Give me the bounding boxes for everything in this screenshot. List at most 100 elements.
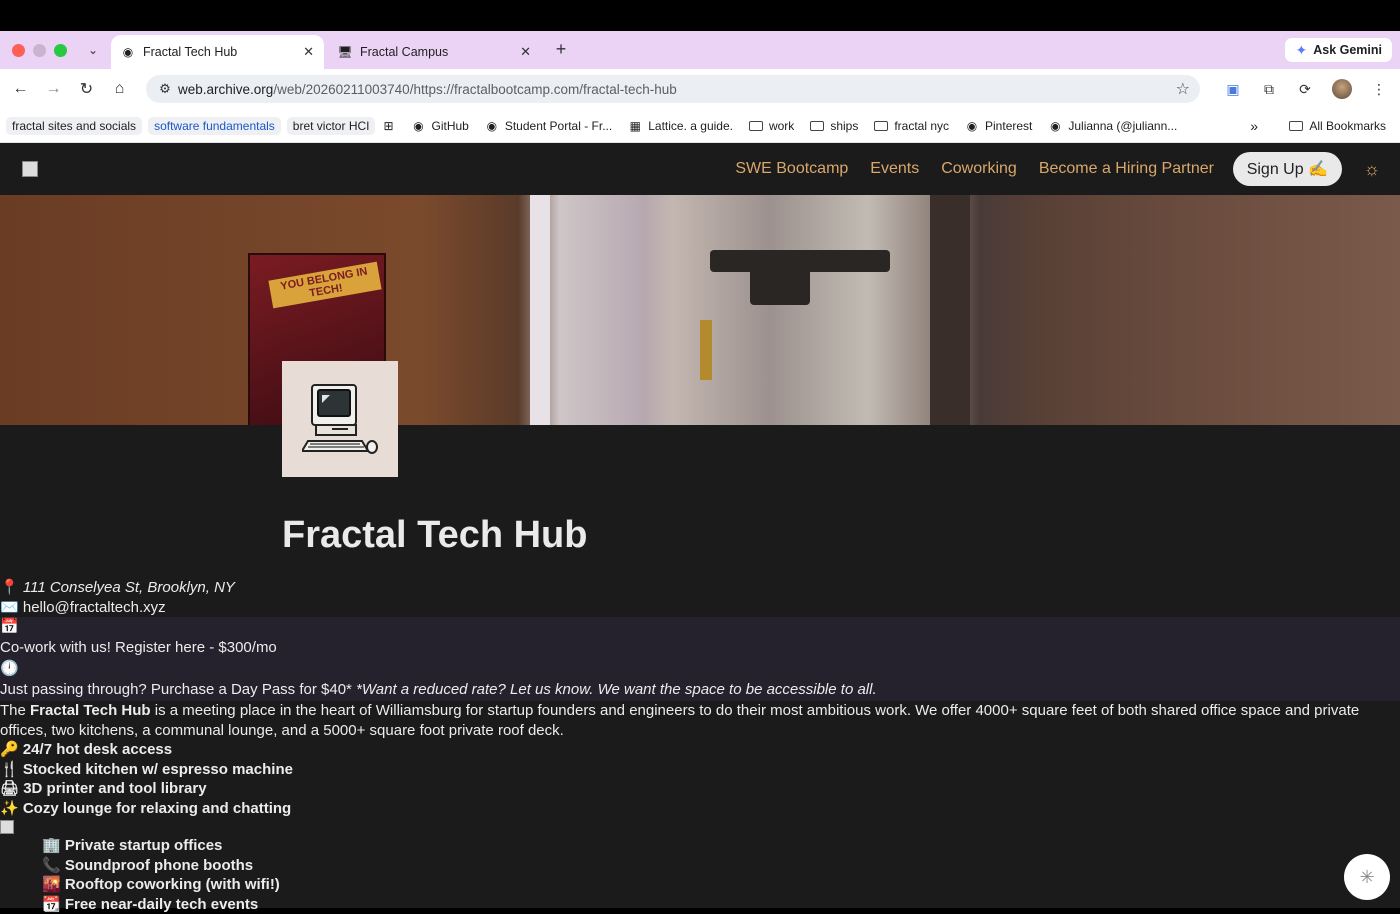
nav-coworking[interactable]: Coworking [941,160,1017,178]
feature-list: 🔑 24/7 hot desk access 🍴 Stocked kitchen… [0,740,1400,818]
hero-banner-image: YOU BELONG IN TECH! [0,195,1400,425]
bookmark-folder-work[interactable]: work [749,119,794,133]
site-settings-icon[interactable]: ⚙ [152,81,178,97]
bookmark-label: fractal nyc [894,119,949,133]
address-line: 📍 111 Conselyea St, Brooklyn, NY [0,578,1400,598]
tab-label: Fractal Campus [360,45,448,59]
bookmarks-bar: fractal sites and socials software funda… [0,109,1400,143]
bookmark-group-software-fundamentals[interactable]: software fundamentals [148,117,281,135]
feature-item: 📆 Free near-daily tech events [42,895,1400,914]
desc-post: is a meeting place in the heart of Willi… [0,702,1359,739]
all-bookmarks-button[interactable]: All Bookmarks [1289,119,1386,133]
broken-image-icon [0,820,14,834]
extension-square-icon[interactable]: ▣ [1224,80,1242,98]
bookmark-github[interactable]: ◉ GitHub [411,119,468,133]
puzzle-icon[interactable]: ⧉ [1260,80,1278,98]
feature-item: ✨ Cozy lounge for relaxing and chatting [0,799,1400,819]
nav-swe-bootcamp[interactable]: SWE Bootcamp [735,160,848,178]
globe-icon: ◉ [485,119,499,133]
site-logo-broken-image[interactable] [22,161,38,177]
bookmark-pinterest[interactable]: ◉ Pinterest [965,119,1032,133]
ask-gemini-button[interactable]: ✦ Ask Gemini [1285,38,1392,62]
browser-tabstrip: ⌄ ◉ Fractal Tech Hub ✕ 🖥 Fractal Campus … [0,31,1400,69]
nav-hiring-partner[interactable]: Become a Hiring Partner [1039,160,1214,178]
site-nav-links: SWE Bootcamp Events Coworking Become a H… [735,160,1214,178]
sun-icon[interactable]: ☼ [1364,159,1381,180]
bookmark-label: GitHub [431,119,468,133]
bookmark-julianna[interactable]: ◉Julianna (@juliann... [1048,119,1177,133]
daypass-band: 🕛 Just passing through? Purchase a Day P… [0,659,1400,701]
tab-label: Fractal Tech Hub [143,45,237,59]
all-bookmarks-label: All Bookmarks [1309,119,1386,133]
bookmark-star-icon[interactable]: ☆ [1176,79,1190,99]
daypass-line: Just passing through? Purchase a Day Pas… [0,680,1400,701]
email-link[interactable]: hello@fractaltech.xyz [23,599,166,616]
forward-arrow-icon[interactable]: → [37,80,70,98]
loading-spinner-button[interactable]: ✳ [1344,854,1390,900]
poster-text: YOU BELONG IN TECH! [268,262,381,309]
bookmark-label: Student Portal - Fr... [505,119,612,133]
new-tab-icon[interactable]: + [551,39,571,60]
home-icon[interactable]: ⌂ [103,80,136,98]
page-title: Fractal Tech Hub [282,514,587,557]
sign-up-button[interactable]: Sign Up ✍️ [1233,152,1342,186]
pin-icon: 📍 [0,579,19,596]
reload-icon[interactable]: ↻ [70,79,103,99]
address-bar: ← → ↻ ⌂ ⚙ web.archive.org /web/202602110… [0,69,1400,109]
globe-icon: ◉ [1048,119,1062,133]
url-path: /web/20260211003740/https://fractalbootc… [273,82,677,97]
minimize-window-button[interactable] [33,44,46,57]
bookmark-group-fractal-sites[interactable]: fractal sites and socials [6,117,142,135]
bookmark-folder-ships[interactable]: ships [810,119,858,133]
back-arrow-icon[interactable]: ← [4,80,37,98]
folder-icon [1289,121,1303,131]
apps-grid-button[interactable]: ⊞ [381,119,395,133]
bookmark-label: Pinterest [985,119,1032,133]
address-text: 111 Conselyea St, Brooklyn, NY [23,579,235,596]
tab-search-chevron-icon[interactable]: ⌄ [83,40,103,60]
nav-events[interactable]: Events [870,160,919,178]
cowork-link[interactable]: Co-work with us! Register here - $300/mo [0,638,1400,659]
email-line: ✉️ hello@fractaltech.xyz [0,598,1400,618]
more-bookmarks-chevron-icon[interactable]: » [1250,118,1258,134]
close-window-button[interactable] [12,44,25,57]
grid-icon: ⊞ [381,119,395,133]
folder-icon [749,121,763,131]
cowork-band: 📅 Co-work with us! Register here - $300/… [0,617,1400,659]
spinner-icon: ✳ [1359,867,1374,888]
globe-icon: ◉ [411,119,425,133]
folder-icon [874,121,888,131]
profile-avatar[interactable] [1332,79,1352,99]
bookmark-student-portal[interactable]: ◉ Student Portal - Fr... [485,119,612,133]
url-field[interactable]: ⚙ web.archive.org /web/20260211003740/ht… [146,75,1200,103]
daypass-note: *Want a reduced rate? Let us know. We wa… [356,681,877,698]
feature-item: 🌇 Rooftop coworking (with wifi!) [42,875,1400,895]
computer-favicon-icon: 🖥 [338,45,352,59]
close-tab-icon[interactable]: ✕ [303,44,314,60]
bookmark-label: work [769,119,794,133]
bookmark-folder-fractal-nyc[interactable]: fractal nyc [874,119,949,133]
desc-pre: The [0,702,30,719]
globe-icon: ◉ [965,119,979,133]
screen-top-bar [0,0,1400,31]
performance-icon[interactable]: ⟳ [1296,80,1314,98]
computer-icon [282,361,398,477]
sparkle-icon: ✦ [1295,42,1307,59]
feature-list-secondary: 🏢 Private startup offices 📞 Soundproof p… [0,836,1400,914]
kebab-menu-icon[interactable]: ⋮ [1370,80,1388,98]
daypass-link[interactable]: Just passing through? Purchase a Day Pas… [0,681,352,698]
tab-fractal-tech-hub[interactable]: ◉ Fractal Tech Hub ✕ [111,35,324,69]
bookmark-lattice[interactable]: ▦Lattice. a guide. [628,119,733,133]
retro-computer-icon [302,383,378,455]
site-navbar: SWE Bootcamp Events Coworking Become a H… [0,143,1400,195]
bookmark-group-bret-victor[interactable]: bret victor HCI [287,117,376,135]
clock-icon: 🕛 [0,659,1400,680]
bookmark-label: ships [830,119,858,133]
maximize-window-button[interactable] [54,44,67,57]
close-tab-icon[interactable]: ✕ [520,44,531,60]
ask-gemini-label: Ask Gemini [1313,43,1382,57]
door-frame [530,195,550,425]
tab-fractal-campus[interactable]: 🖥 Fractal Campus ✕ [328,35,541,69]
page-content: 📍 111 Conselyea St, Brooklyn, NY ✉️ hell… [0,578,1400,914]
feature-item: 🖨 3D printer and tool library [0,779,1400,799]
